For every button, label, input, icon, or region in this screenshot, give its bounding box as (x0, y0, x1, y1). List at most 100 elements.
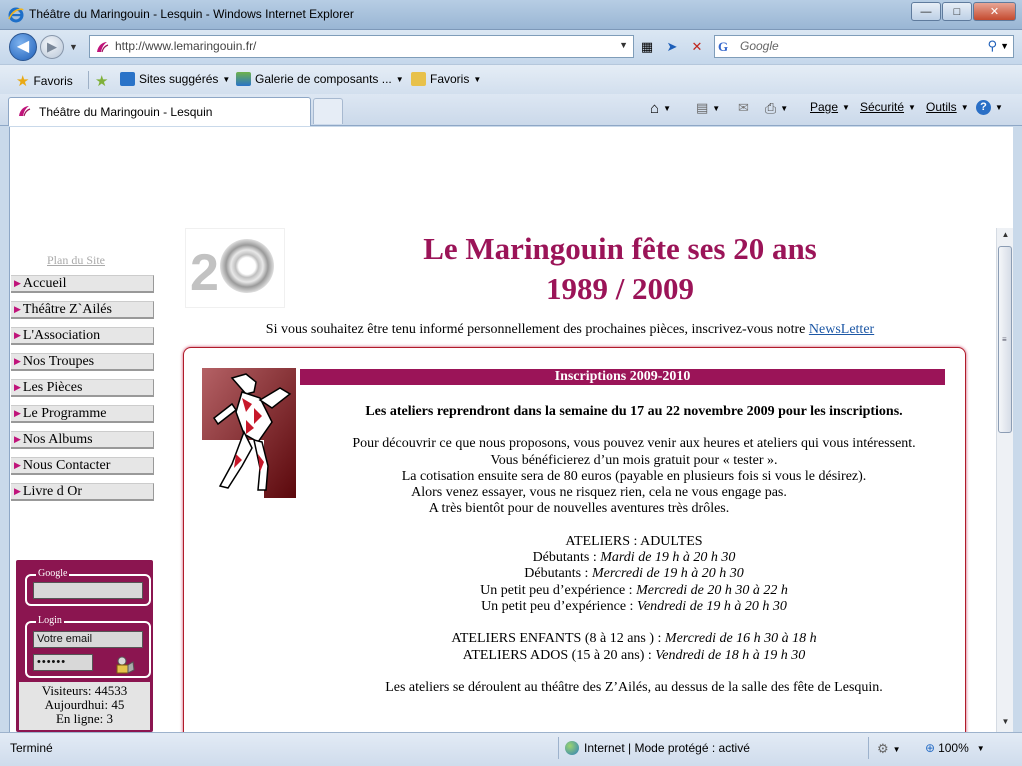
tab-active[interactable]: Théâtre du Maringouin - Lesquin (8, 97, 311, 126)
forward-button[interactable]: ▶ (40, 35, 64, 59)
google-search-input[interactable] (33, 582, 143, 599)
search-input[interactable]: Google (740, 39, 779, 53)
login-lock-icon[interactable] (115, 656, 135, 674)
triangle-right-icon: ▶ (14, 434, 21, 444)
page-title: Le Maringouin fête ses 20 ans 1989 / 200… (310, 229, 930, 309)
address-field[interactable]: http://www.lemaringouin.fr/ ▼ (89, 35, 634, 58)
schedule-row: Débutants : Mardi de 19 h à 20 h 30 (304, 550, 964, 566)
schedule-row: Débutants : Mercredi de 19 h à 20 h 30 (304, 566, 964, 582)
menu-item-label: Les Pièces (22, 379, 83, 395)
tools-menu[interactable]: Outils ▼ (926, 100, 969, 114)
schedule-time: Mercredi de 19 h à 20 h 30 (591, 566, 744, 582)
site-map-link[interactable]: Plan du Site (47, 253, 105, 268)
suggested-sites-button[interactable]: Sites suggérés ▼ (120, 72, 230, 86)
para-line: Alors venez essayer, vous ne risquez rie… (411, 485, 787, 501)
compat-icon: ▦ (640, 39, 654, 54)
schedule-row: Un petit peu d’expérience : Mercredi de … (304, 583, 964, 599)
help-button[interactable]: ? ▼ (976, 100, 1003, 115)
ie-logo-icon (8, 7, 24, 23)
triangle-right-icon: ▶ (14, 278, 21, 288)
zoom-icon: ⊕ (925, 741, 936, 755)
search-icon[interactable]: ⚲ (987, 38, 997, 54)
menu-item-label: Nos Albums (22, 431, 93, 447)
address-actions: ▦ ➤ ✕ (636, 37, 711, 57)
search-box[interactable]: G Google ⚲ ▼ (714, 35, 1014, 58)
menu-item-label: Accueil (22, 275, 67, 291)
para-line: A très bientôt pour de nouvelles aventur… (428, 501, 730, 517)
status-divider (558, 737, 559, 759)
star-icon: ★ (16, 73, 30, 90)
menu-item-contact[interactable]: ▶ Nous Contacter (11, 457, 154, 475)
favorites-folder-button[interactable]: Favoris ▼ (411, 72, 481, 86)
password-field[interactable]: •••••• (33, 654, 93, 671)
search-dropdown-icon[interactable]: ▼ (1000, 41, 1009, 51)
security-zone[interactable]: Internet | Mode protégé : activé (565, 741, 750, 755)
schedule-row: Un petit peu d’expérience : Vendredi de … (304, 599, 964, 615)
back-button[interactable]: ◀ (9, 33, 37, 61)
gallery-icon (236, 72, 251, 86)
triangle-right-icon: ▶ (14, 356, 21, 366)
menu-item-label: L'Association (22, 327, 101, 343)
mail-button[interactable]: ✉ (738, 100, 749, 116)
headline-line2: 1989 / 2009 (545, 271, 695, 306)
scroll-up-icon[interactable]: ▲ (999, 230, 1012, 243)
address-dropdown-icon[interactable]: ▼ (619, 40, 628, 50)
schedule-label: Un petit peu d’expérience : (480, 582, 637, 598)
compatibility-view-button[interactable]: ▦ (636, 37, 658, 57)
security-menu-label: Sécurité (860, 100, 905, 114)
zoom-control[interactable]: ⊕ 100% ▼ (925, 741, 985, 755)
chevron-down-icon: ▼ (780, 104, 789, 113)
gallery-label: Galerie de composants ... (255, 72, 392, 86)
add-favorite-button[interactable]: ★ (95, 72, 112, 90)
scroll-down-icon[interactable]: ▼ (999, 717, 1012, 730)
suggested-sites-label: Sites suggérés (139, 72, 219, 86)
schedule-label: Débutants : (524, 566, 592, 582)
menu-item-livre-or[interactable]: ▶ Livre d Or (11, 483, 154, 501)
page-menu[interactable]: Page ▼ (810, 100, 850, 114)
schedule-time: Vendredi de 19 h à 20 h 30 (636, 598, 787, 614)
today-count: Aujourdhui: 45 (44, 697, 125, 712)
email-field[interactable]: Votre email (33, 631, 143, 648)
adults-title: ATELIERS : ADULTES (565, 533, 703, 549)
favorites-label: Favoris (33, 74, 73, 88)
triangle-right-icon: ▶ (14, 382, 21, 392)
stop-button[interactable]: ✕ (686, 37, 708, 57)
menu-item-association[interactable]: ▶ L'Association (11, 327, 154, 345)
newsletter-link[interactable]: NewsLetter (809, 322, 874, 337)
favorites-folder-label: Favoris (430, 72, 470, 86)
security-menu[interactable]: Sécurité ▼ (860, 100, 916, 114)
new-tab-button[interactable] (313, 98, 343, 124)
mail-icon: ✉ (738, 100, 749, 115)
printer-icon: ⎙ (765, 100, 777, 116)
scroll-thumb[interactable]: ≡ (998, 246, 1012, 433)
go-button[interactable]: ➤ (661, 37, 683, 57)
menu-item-pieces[interactable]: ▶ Les Pièces (11, 379, 154, 397)
schedule-time: Vendredi de 18 h à 19 h 30 (655, 647, 806, 663)
print-button[interactable]: ⎙ ▼ (765, 100, 788, 117)
menu-item-albums[interactable]: ▶ Nos Albums (11, 431, 154, 449)
feeds-button[interactable]: ▤ ▼ (696, 100, 720, 116)
menu-item-theatre[interactable]: ▶ Théâtre Z`Ailés (11, 301, 154, 319)
chevron-down-icon: ▼ (842, 102, 850, 112)
triangle-right-icon: ▶ (14, 304, 21, 314)
maximize-button[interactable]: □ (942, 2, 972, 21)
chevron-down-icon: ▼ (395, 74, 404, 84)
minimize-button[interactable]: — (911, 2, 941, 21)
menu-item-accueil[interactable]: ▶ Accueil (11, 275, 154, 293)
triangle-right-icon: ▶ (14, 460, 21, 470)
web-slice-gallery-button[interactable]: Galerie de composants ... ▼ (236, 72, 404, 86)
menu-item-troupes[interactable]: ▶ Nos Troupes (11, 353, 154, 371)
site-favicon-icon (19, 106, 31, 117)
privacy-button[interactable]: ⚙ ▼ (877, 741, 901, 757)
zoom-level: 100% (938, 741, 969, 755)
inscriptions-content: Les ateliers reprendront dans la semaine… (304, 404, 964, 696)
home-button[interactable]: ⌂ ▼ (650, 100, 671, 117)
close-button[interactable]: ✕ (973, 2, 1016, 21)
schedule-row: ATELIERS ADOS (15 à 20 ans) : Vendredi d… (304, 648, 964, 664)
history-dropdown[interactable]: ▼ (69, 42, 78, 52)
favorites-button[interactable]: ★ Favoris (16, 72, 73, 90)
menu-item-programme[interactable]: ▶ Le Programme (11, 405, 154, 423)
status-divider (868, 737, 869, 759)
vertical-scrollbar[interactable]: ▲ ≡ ▼ (996, 228, 1013, 732)
intro-text: Les ateliers reprendront dans la semaine… (365, 404, 903, 419)
